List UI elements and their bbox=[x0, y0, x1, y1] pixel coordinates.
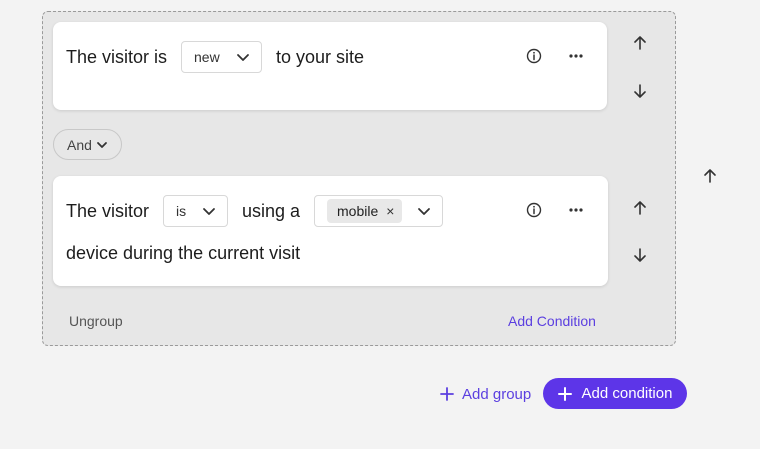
more-horizontal-icon[interactable] bbox=[567, 201, 585, 219]
condition-builder: The visitor is new to your site And The … bbox=[0, 0, 760, 449]
condition-2-text-before: The visitor bbox=[66, 201, 150, 221]
chip-remove-icon[interactable]: × bbox=[386, 204, 394, 218]
operator-value: is bbox=[176, 203, 187, 219]
visitor-type-select[interactable]: new bbox=[181, 41, 262, 73]
and-operator-toggle[interactable]: And bbox=[53, 129, 122, 160]
condition-2-text-after: device during the current visit bbox=[66, 243, 301, 263]
condition-2-text-middle: using a bbox=[242, 201, 301, 221]
visitor-type-value: new bbox=[194, 49, 220, 65]
device-chip-mobile: mobile × bbox=[327, 199, 403, 223]
add-condition-button[interactable]: Add condition bbox=[543, 378, 687, 409]
move-down-arrow-icon[interactable] bbox=[631, 246, 649, 264]
and-operator-label: And bbox=[67, 136, 92, 153]
device-chip-label: mobile bbox=[337, 203, 379, 219]
move-up-arrow-icon[interactable] bbox=[631, 199, 649, 217]
operator-select[interactable]: is bbox=[163, 195, 228, 227]
info-icon[interactable] bbox=[525, 201, 543, 219]
condition-card-2 bbox=[53, 176, 608, 286]
condition-1-text-after: to your site bbox=[276, 47, 365, 67]
plus-icon bbox=[557, 386, 572, 401]
add-condition-label: Add condition bbox=[581, 385, 673, 402]
ungroup-button[interactable]: Ungroup bbox=[69, 313, 123, 329]
move-up-arrow-icon[interactable] bbox=[631, 34, 649, 52]
add-condition-link[interactable]: Add Condition bbox=[508, 313, 596, 329]
plus-icon bbox=[440, 387, 454, 401]
more-horizontal-icon[interactable] bbox=[567, 47, 585, 65]
chevron-down-icon bbox=[237, 54, 249, 61]
move-group-up-arrow-icon[interactable] bbox=[701, 167, 719, 185]
chevron-down-icon bbox=[203, 208, 215, 215]
add-group-label: Add group bbox=[462, 385, 532, 403]
chevron-down-icon bbox=[97, 141, 107, 148]
add-group-button[interactable]: Add group bbox=[440, 384, 531, 404]
chevron-down-icon bbox=[418, 208, 430, 215]
condition-1-text-before: The visitor is bbox=[66, 47, 168, 67]
move-down-arrow-icon[interactable] bbox=[631, 82, 649, 100]
info-icon[interactable] bbox=[525, 47, 543, 65]
